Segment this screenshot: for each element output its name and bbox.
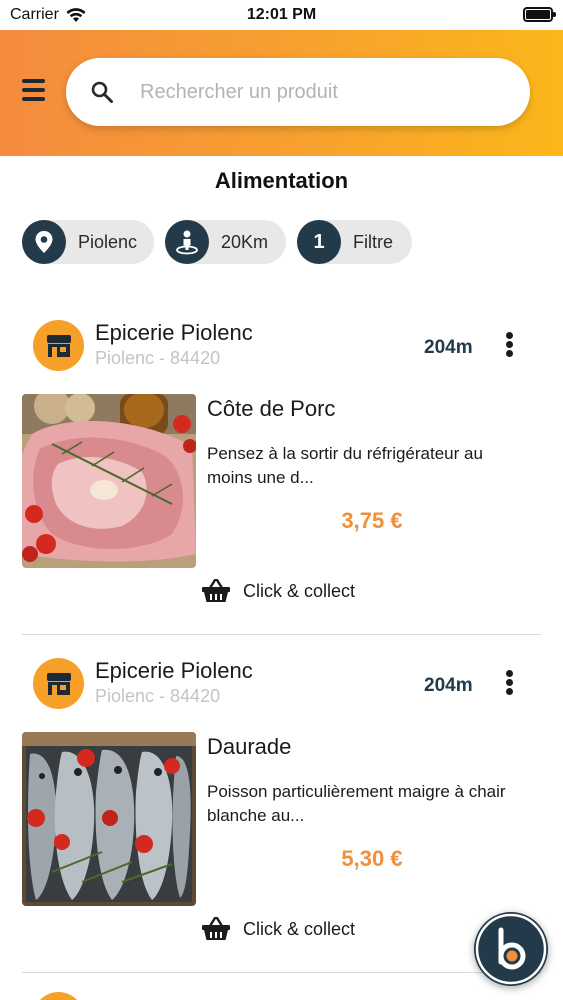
- product-name[interactable]: Côte de Porc: [207, 396, 335, 422]
- product-price: 5,30 €: [341, 846, 403, 871]
- radius-filter-label: 20Km: [221, 232, 269, 252]
- hamburger-menu-icon[interactable]: [22, 79, 46, 101]
- click-and-collect-button[interactable]: Click & collect: [202, 915, 355, 943]
- location-filter-chip[interactable]: Piolenc: [22, 220, 154, 264]
- filter-count-badge: 1: [297, 220, 341, 264]
- page-title: Alimentation: [214, 168, 349, 193]
- pork-chops-photo[interactable]: [22, 394, 196, 568]
- battery-icon: [523, 7, 556, 22]
- more-options-icon[interactable]: [502, 332, 518, 358]
- location-filter-label: Piolenc: [78, 232, 138, 252]
- card-divider: [22, 634, 541, 635]
- radius-filter-chip[interactable]: 20Km: [165, 220, 286, 264]
- storefront-icon: [46, 334, 71, 357]
- status-bar: Carrier 12:01 PM: [0, 0, 563, 30]
- status-time: 12:01 PM: [246, 6, 317, 23]
- filter-count-chip[interactable]: 1 Filtre: [297, 220, 412, 264]
- brand-b-icon: [475, 913, 547, 985]
- product-card: Epicerie Piolenc Piolenc - 84420 204m Da…: [22, 658, 541, 976]
- more-options-icon[interactable]: [502, 670, 518, 696]
- card-divider: [22, 972, 541, 973]
- product-description: Poisson particulièrement maigre à chair …: [207, 782, 506, 825]
- shop-name[interactable]: Epicerie Piolenc: [95, 320, 253, 346]
- shop-location: Piolenc - 84420: [95, 686, 221, 706]
- sea-bream-photo[interactable]: [22, 732, 196, 906]
- filter-label: Filtre: [353, 232, 393, 252]
- product-name[interactable]: Daurade: [207, 734, 291, 760]
- search-input[interactable]: [140, 74, 510, 110]
- distance-label: 204m: [424, 337, 473, 358]
- basket-icon: [202, 579, 230, 602]
- basket-icon: [202, 917, 230, 940]
- storefront-icon: [46, 672, 71, 695]
- shop-location: Piolenc - 84420: [95, 348, 221, 368]
- shop-name[interactable]: Epicerie Piolenc: [95, 658, 253, 684]
- distance-label: 204m: [424, 675, 473, 696]
- shop-avatar[interactable]: [33, 992, 84, 1000]
- location-pin-icon: [22, 220, 66, 264]
- search-bar[interactable]: [66, 58, 530, 126]
- radius-person-icon: [165, 220, 209, 264]
- click-and-collect-button[interactable]: Click & collect: [202, 577, 355, 605]
- product-description: Pensez à la sortir du réfrigérateur au m…: [207, 444, 483, 487]
- click-and-collect-label: Click & collect: [243, 580, 356, 601]
- app-logo-button[interactable]: [474, 912, 548, 986]
- shop-avatar[interactable]: [33, 658, 84, 709]
- product-price: 3,75 €: [341, 508, 403, 533]
- click-and-collect-label: Click & collect: [243, 918, 356, 939]
- product-card: Epicerie Piolenc Piolenc - 84420 204m Cô…: [22, 320, 541, 638]
- header: [0, 30, 563, 156]
- search-icon: [91, 81, 113, 103]
- shop-avatar[interactable]: [33, 320, 84, 371]
